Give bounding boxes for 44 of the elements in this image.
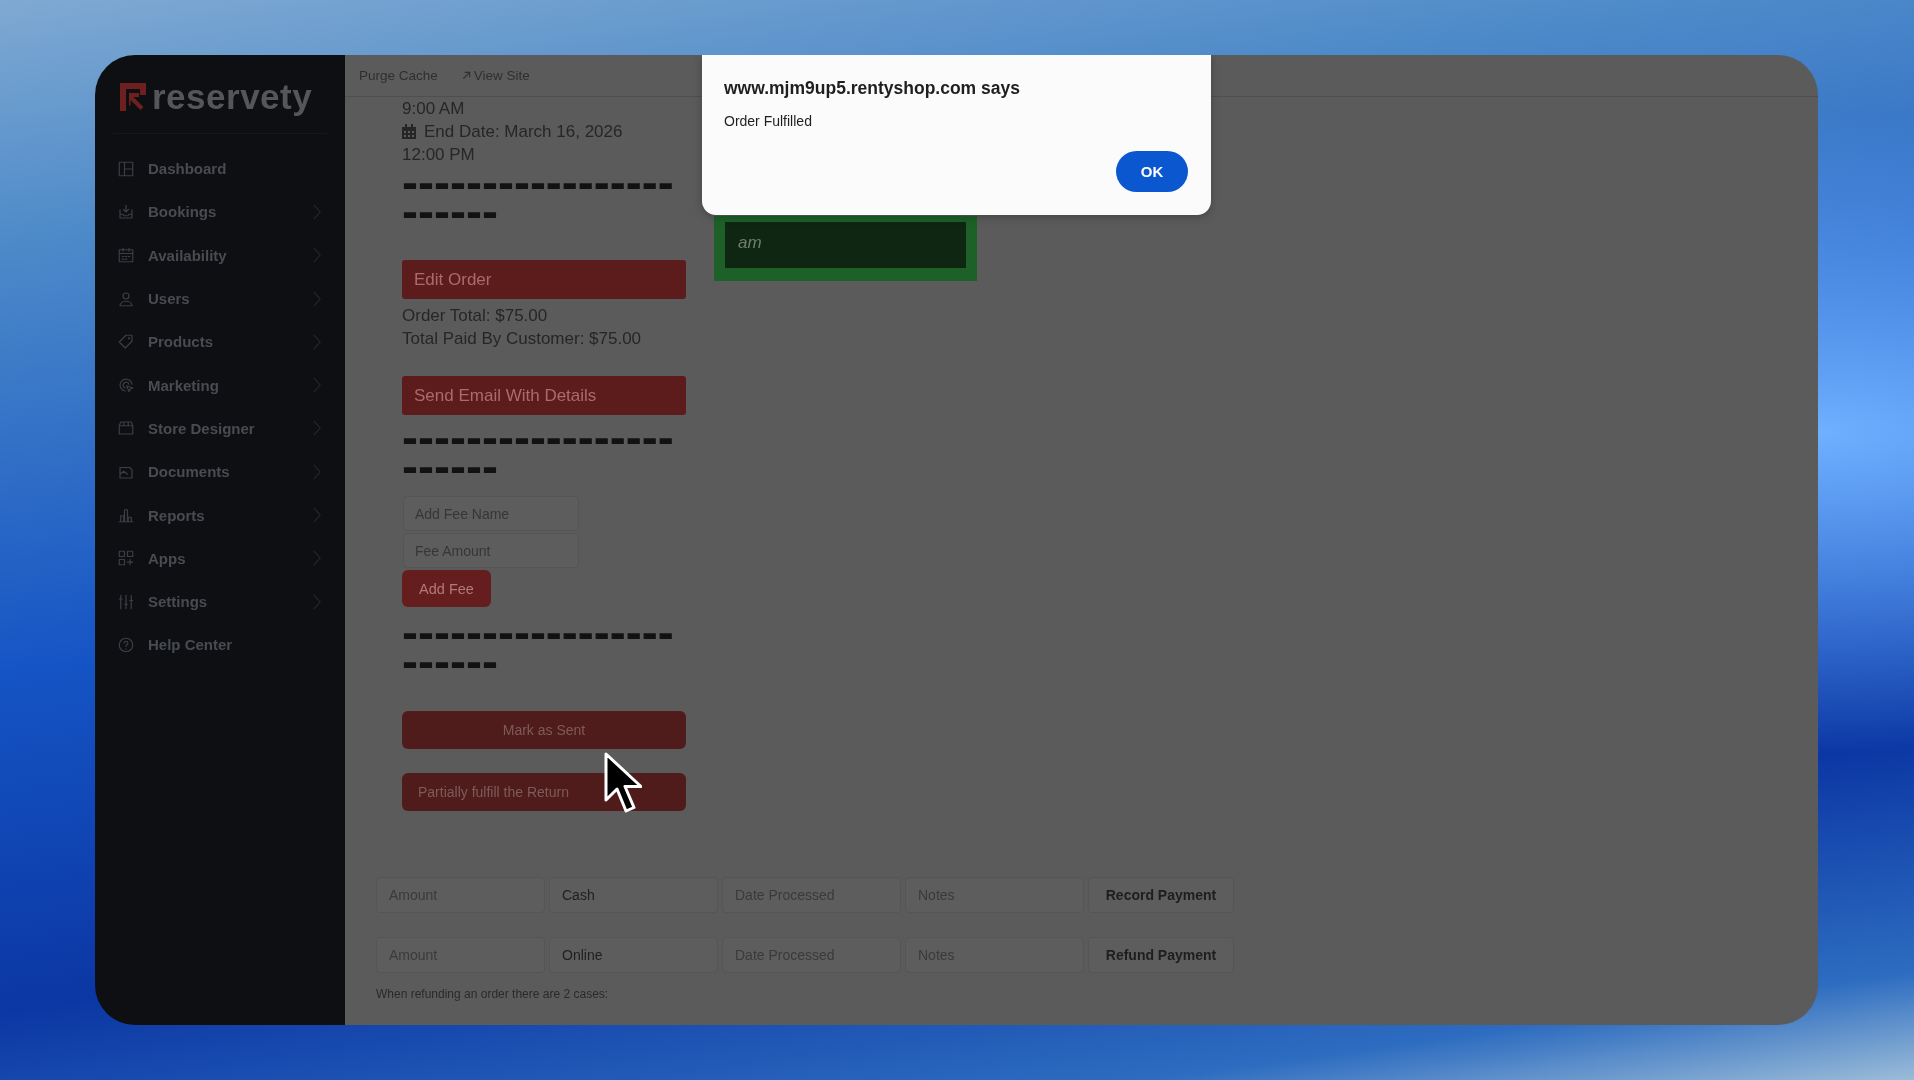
sidebar-item[interactable]: Help Center (95, 623, 345, 667)
dash-divider-text: ----------------------- (402, 423, 675, 481)
dialog-title: www.mjm9up5.rentyshop.com says (724, 77, 1020, 99)
action-button[interactable]: Partially fulfill the Return (402, 773, 686, 811)
order-button[interactable]: Edit Order (402, 260, 686, 299)
bar-chart-icon (117, 506, 135, 524)
order-button[interactable]: Send Email With Details (402, 376, 686, 415)
sidebar-item[interactable]: Marketing (95, 363, 345, 407)
sidebar-item[interactable]: Apps (95, 536, 345, 580)
action-button[interactable]: Mark as Sent (402, 711, 686, 749)
sidebar-item[interactable]: Reports (95, 493, 345, 537)
dash-divider-text: ----------------------- (402, 168, 675, 226)
dialog-message: Order Fulfilled (724, 112, 812, 131)
storefront-icon (117, 419, 135, 438)
sidebar-item[interactable]: Settings (95, 579, 345, 624)
sidebar-item[interactable]: Availability (95, 233, 345, 277)
mouse-cursor-icon (604, 752, 642, 814)
layout-icon (117, 159, 135, 178)
note-text: am (738, 233, 762, 252)
logo-mark-icon (120, 83, 146, 111)
sidebar-item[interactable]: Users (95, 276, 345, 321)
help-icon (117, 635, 135, 654)
ok-button[interactable]: OK (1116, 151, 1188, 192)
diagonal-arrow-icon (461, 71, 471, 80)
logo-text: reservety (152, 77, 313, 117)
payment-button[interactable]: Refund Payment (1088, 937, 1234, 973)
sidebar-item[interactable]: Products (95, 320, 345, 364)
sidebar-item[interactable]: Dashboard (95, 147, 345, 191)
tag-icon (117, 332, 135, 351)
target-cursor-icon (117, 376, 135, 395)
inbox-download-icon (117, 202, 135, 221)
apps-grid-icon (117, 549, 135, 568)
add-fee-button[interactable]: Add Fee (402, 570, 491, 607)
payment-method-field[interactable]: Online (549, 937, 718, 973)
calendar-icon (117, 246, 135, 265)
payment-method-field[interactable]: Cash (549, 877, 718, 913)
sliders-icon (117, 592, 135, 611)
sidebar-item[interactable]: Bookings (95, 190, 345, 234)
person-icon (117, 289, 135, 308)
sidebar-item[interactable]: Documents (95, 450, 345, 494)
calendar-icon (402, 124, 416, 139)
sidebar-item[interactable]: Store Designer (95, 406, 345, 451)
dash-divider-text: ----------------------- (402, 618, 675, 676)
payment-button[interactable]: Record Payment (1088, 877, 1234, 913)
